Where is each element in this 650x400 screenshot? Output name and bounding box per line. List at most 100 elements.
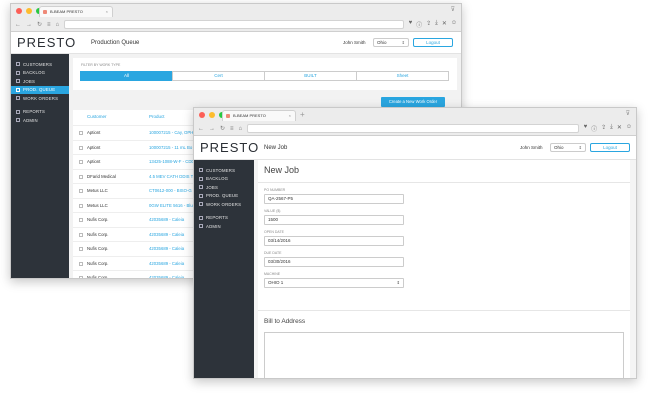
address-bar[interactable] bbox=[247, 124, 579, 133]
row-checkbox[interactable] bbox=[79, 261, 83, 266]
info-icon[interactable]: ⓘ bbox=[416, 20, 422, 29]
new-tab-icon[interactable]: + bbox=[300, 110, 305, 120]
jobs-icon bbox=[16, 79, 20, 84]
heart-icon[interactable]: ♥ bbox=[409, 20, 413, 29]
reader-icon[interactable]: ≡ bbox=[230, 126, 234, 132]
due-date-input[interactable]: 03/30/2016 bbox=[264, 257, 404, 267]
column-header-product[interactable]: Product bbox=[149, 114, 165, 119]
expand-icon[interactable]: ⊽ bbox=[626, 110, 630, 117]
favicon-icon bbox=[43, 10, 47, 14]
row-checkbox[interactable] bbox=[79, 131, 83, 135]
minimize-window-button[interactable] bbox=[209, 112, 215, 118]
column-header-customer[interactable]: Customer bbox=[87, 114, 107, 119]
reload-icon[interactable]: ↻ bbox=[220, 125, 225, 132]
row-checkbox[interactable] bbox=[79, 189, 83, 193]
filter-built[interactable]: BUILT bbox=[264, 71, 357, 81]
logout-button[interactable]: Logout bbox=[590, 143, 630, 152]
machine-select[interactable]: OHIO 1 ⇕ bbox=[264, 278, 404, 288]
home-icon[interactable]: ⌂ bbox=[56, 22, 60, 28]
row-product-link[interactable]: 42035689 - Caleia bbox=[149, 275, 184, 278]
row-product-link[interactable]: 0GW ELITE 5616 - Blue bbox=[149, 203, 195, 208]
back-arrow-icon[interactable]: ← bbox=[15, 22, 21, 28]
tools-icon[interactable]: ✕ bbox=[442, 20, 447, 29]
row-product-link[interactable]: 42035689 - Caleia bbox=[149, 232, 184, 237]
sidebar-item-customers[interactable]: CUSTOMERS bbox=[194, 166, 254, 175]
browser-tab[interactable]: B-BEAM PRESTO × bbox=[222, 110, 296, 121]
back-arrow-icon[interactable]: ← bbox=[198, 126, 204, 132]
sidebar-item-work-orders[interactable]: WORK ORDERS bbox=[11, 94, 69, 103]
value-input[interactable]: 1500 bbox=[264, 215, 404, 225]
sidebar-item-reports[interactable]: REPORTS bbox=[11, 108, 69, 117]
row-checkbox[interactable] bbox=[79, 174, 83, 179]
heart-icon[interactable]: ♥ bbox=[584, 124, 588, 133]
row-customer: Aptiont bbox=[87, 144, 101, 150]
sidebar-item-jobs[interactable]: JOBS bbox=[194, 183, 254, 192]
sidebar-item-prod-queue[interactable]: PROD. QUEUE bbox=[11, 85, 69, 94]
backlog-icon bbox=[199, 176, 203, 181]
row-customer: Aptiont bbox=[87, 159, 101, 164]
row-product-link[interactable]: CT0612-000 - BISO-G bbox=[149, 188, 192, 193]
location-select[interactable]: Ohio ⇕ bbox=[550, 143, 586, 152]
browser-tab[interactable]: B-BEAM PRESTO × bbox=[39, 6, 113, 17]
forward-arrow-icon[interactable]: → bbox=[209, 126, 215, 132]
row-checkbox[interactable] bbox=[79, 145, 83, 150]
home-icon[interactable]: ⌂ bbox=[239, 126, 243, 132]
sidebar-item-prod-queue[interactable]: PROD. QUEUE bbox=[194, 192, 254, 201]
sidebar-item-admin[interactable]: ADMIN bbox=[11, 116, 69, 125]
row-checkbox[interactable] bbox=[79, 276, 83, 278]
profile-icon[interactable]: ☺ bbox=[451, 20, 457, 29]
reload-icon[interactable]: ↻ bbox=[37, 21, 42, 28]
filter-sheet[interactable]: Sheet bbox=[356, 71, 449, 81]
open-date-label: OPEN DATE bbox=[264, 230, 284, 234]
admin-icon bbox=[16, 118, 20, 123]
row-checkbox[interactable] bbox=[79, 218, 83, 222]
close-tab-icon[interactable]: × bbox=[106, 7, 108, 17]
share-icon[interactable]: ⇪ bbox=[601, 124, 606, 133]
row-product-link[interactable]: 4.5 MEV CATH DDIS T bbox=[149, 174, 193, 179]
row-checkbox[interactable] bbox=[79, 203, 83, 208]
filter-all[interactable]: All bbox=[80, 71, 173, 81]
filter-cert[interactable]: Cert bbox=[172, 71, 265, 81]
close-window-button[interactable] bbox=[199, 112, 205, 118]
row-product-link[interactable]: 42035689 - Caleia bbox=[149, 246, 184, 251]
row-checkbox[interactable] bbox=[79, 160, 83, 164]
sidebar-item-admin[interactable]: ADMIN bbox=[194, 222, 254, 231]
reader-icon[interactable]: ≡ bbox=[47, 22, 51, 28]
presto-logo: PRESTO bbox=[200, 140, 260, 155]
row-checkbox[interactable] bbox=[79, 232, 83, 237]
share-icon[interactable]: ⇪ bbox=[426, 20, 431, 29]
customers-icon bbox=[199, 168, 203, 173]
sidebar-item-jobs[interactable]: JOBS bbox=[11, 77, 69, 86]
profile-icon[interactable]: ☺ bbox=[626, 124, 632, 133]
sidebar-item-backlog[interactable]: BACKLOG bbox=[194, 175, 254, 184]
download-icon[interactable]: ⤓ bbox=[610, 124, 613, 133]
minimize-window-button[interactable] bbox=[26, 8, 32, 14]
row-product-link[interactable]: 42035689 - Caleia bbox=[149, 217, 184, 222]
browser-window-new-job: B-BEAM PRESTO × + ⊽ ← → ↻ ≡ ⌂ ♥ ⓘ ⇪ ⤓ ✕ … bbox=[193, 107, 637, 379]
open-date-input[interactable]: 03/14/2016 bbox=[264, 236, 404, 246]
row-product-link[interactable]: 42035689 - Caleia bbox=[149, 261, 184, 266]
close-window-button[interactable] bbox=[16, 8, 22, 14]
expand-icon[interactable]: ⊽ bbox=[451, 6, 455, 13]
sidebar-item-work-orders[interactable]: WORK ORDERS bbox=[194, 200, 254, 209]
row-checkbox[interactable] bbox=[79, 247, 83, 251]
info-icon[interactable]: ⓘ bbox=[591, 124, 597, 133]
sidebar-item-customers[interactable]: CUSTOMERS bbox=[11, 60, 69, 69]
create-work-order-button[interactable]: Create a New Work Order bbox=[381, 97, 445, 107]
tools-icon[interactable]: ✕ bbox=[617, 124, 622, 133]
row-product-link[interactable]: 100007215 - 11 mL Bo bbox=[149, 145, 192, 150]
row-product-link[interactable]: 100007215 - Cay, OPH bbox=[149, 130, 193, 135]
forward-arrow-icon[interactable]: → bbox=[26, 22, 32, 28]
address-bar[interactable] bbox=[64, 20, 404, 29]
divider bbox=[258, 310, 630, 311]
location-select[interactable]: Ohio ⇕ bbox=[373, 38, 409, 47]
machine-label: MACHINE bbox=[264, 272, 281, 276]
download-icon[interactable]: ⤓ bbox=[435, 20, 438, 29]
close-tab-icon[interactable]: × bbox=[289, 111, 291, 121]
sidebar-item-reports[interactable]: REPORTS bbox=[194, 214, 254, 223]
sidebar-item-backlog[interactable]: BACKLOG bbox=[11, 69, 69, 78]
row-product-link[interactable]: 13425-1088-W-F - CDD bbox=[149, 159, 195, 164]
po-number-input[interactable]: QA-2567-P5 bbox=[264, 194, 404, 204]
bill-to-address-textarea[interactable] bbox=[264, 332, 624, 378]
logout-button[interactable]: Logout bbox=[413, 38, 453, 47]
